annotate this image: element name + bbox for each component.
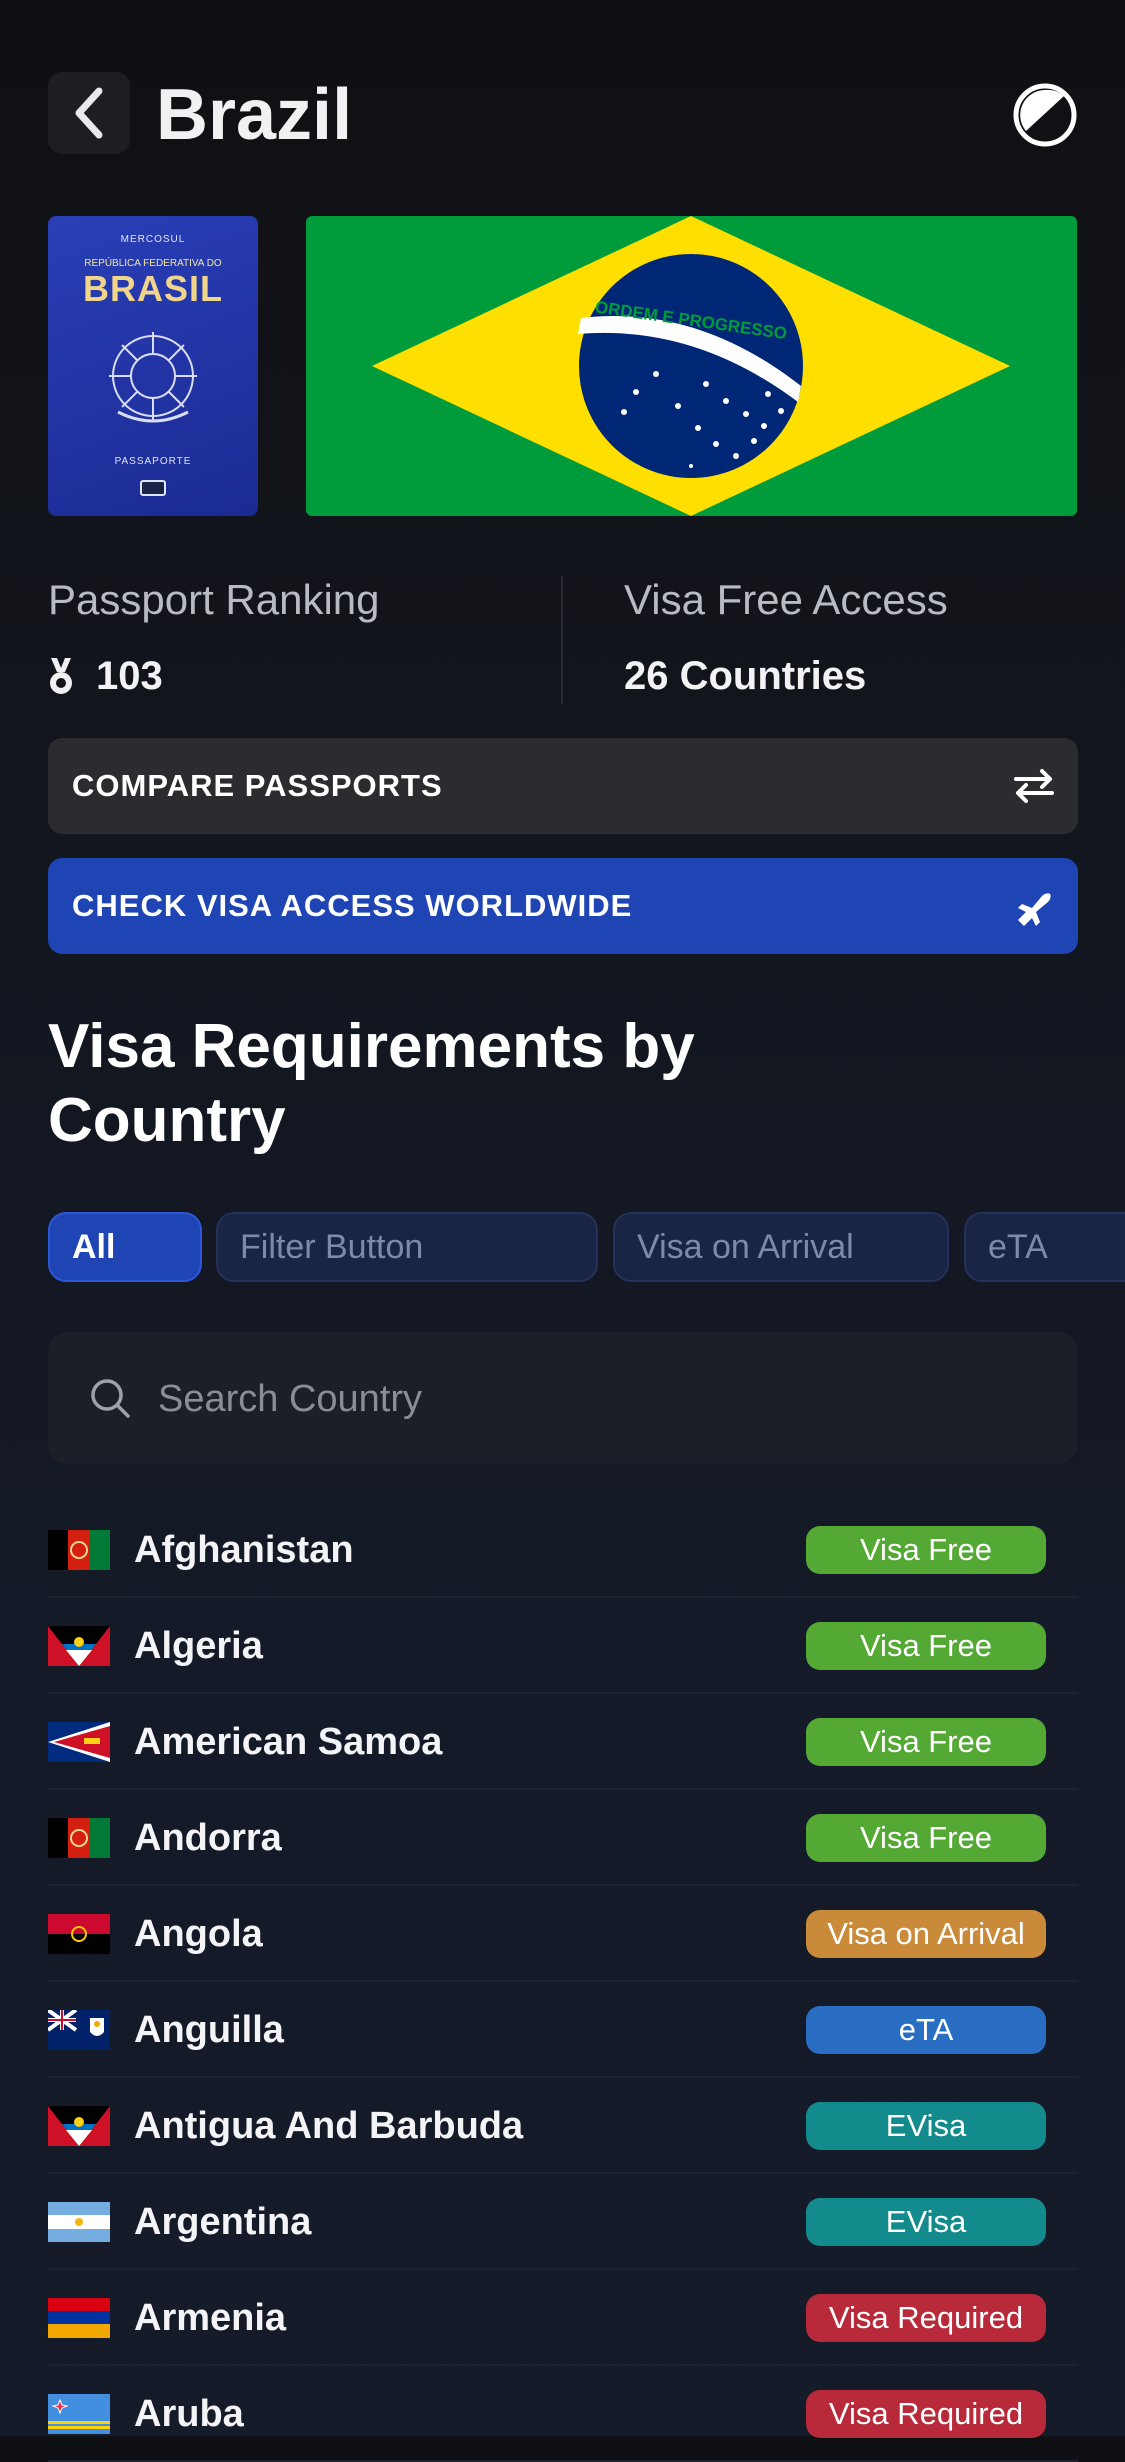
country-row[interactable]: Afghanistan Visa Free — [48, 1502, 1078, 1598]
filter-chips: All Filter Button Visa on Arrival eTA — [48, 1212, 1125, 1288]
status-badge: Visa Free — [806, 1622, 1046, 1670]
country-name: Algeria — [134, 1625, 263, 1667]
status-badge: Visa Required — [806, 2390, 1046, 2438]
ranking-value: 103 — [96, 654, 163, 698]
medal-icon — [50, 658, 72, 694]
header: Brazil — [48, 70, 1078, 160]
airplane-icon — [1018, 893, 1051, 926]
check-visa-access-label: CHECK VISA ACCESS WORLDWIDE — [72, 888, 633, 923]
search-input[interactable] — [156, 1332, 1040, 1466]
country-row[interactable]: Armenia Visa Required — [48, 2270, 1078, 2366]
coat-of-arms-icon — [109, 332, 197, 423]
flag-armenia-icon — [48, 2298, 110, 2338]
country-name: Argentina — [134, 2201, 312, 2243]
flag-argentina-icon — [48, 2202, 110, 2242]
flag-antigua-icon — [48, 2106, 110, 2146]
flag-aruba-icon — [48, 2394, 110, 2434]
flag-antigua-icon — [48, 1626, 110, 1666]
section-title: Visa Requirements by Country — [48, 1010, 848, 1158]
passport-stats: Passport Ranking 103 Visa Free Access 26… — [48, 576, 1078, 706]
compare-passports-label: COMPARE PASSPORTS — [72, 768, 443, 803]
status-badge: Visa Free — [806, 1718, 1046, 1766]
country-row[interactable]: Argentina EVisa — [48, 2174, 1078, 2270]
section-title-line2: Country — [48, 1086, 286, 1155]
flag-angola-icon — [48, 1914, 110, 1954]
brazil-flag: ORDEM E PROGRESSO — [306, 216, 1077, 516]
passport-country: BRASIL — [83, 268, 223, 309]
chevron-left-icon — [75, 87, 103, 139]
theme-toggle-button[interactable] — [1012, 82, 1078, 148]
passport-label: PASSAPORTE — [114, 456, 192, 467]
country-name: Anguilla — [134, 2009, 284, 2051]
country-name: Armenia — [134, 2297, 287, 2339]
passport-chip-icon — [140, 480, 166, 496]
filter-chip-visa-on-arrival[interactable]: Visa on Arrival — [613, 1212, 949, 1282]
country-row[interactable]: Algeria Visa Free — [48, 1598, 1078, 1694]
stats-divider — [561, 576, 563, 704]
flag-anguilla-icon — [48, 2010, 110, 2050]
flag-afghanistan-icon — [48, 1818, 110, 1858]
country-name: Afghanistan — [134, 1529, 354, 1571]
filter-chip-all[interactable]: All — [48, 1212, 202, 1282]
contrast-icon — [1013, 83, 1077, 147]
status-badge: Visa Required — [806, 2294, 1046, 2342]
filter-chip-eta[interactable]: eTA — [964, 1212, 1125, 1282]
status-badge: EVisa — [806, 2198, 1046, 2246]
flag-samoa-icon — [48, 1722, 110, 1762]
status-badge: Visa Free — [806, 1526, 1046, 1574]
country-row[interactable]: Andorra Visa Free — [48, 1790, 1078, 1886]
search-icon — [91, 1379, 130, 1418]
country-name: American Samoa — [134, 1721, 443, 1763]
country-row[interactable]: Angola Visa on Arrival — [48, 1886, 1078, 1982]
passport-mercosul: MERCOSUL — [120, 234, 186, 245]
country-name: Andorra — [134, 1817, 282, 1859]
country-row[interactable]: Antigua And Barbuda EVisa — [48, 2078, 1078, 2174]
visa-free-value: 26 Countries — [624, 654, 867, 698]
check-visa-access-button[interactable]: CHECK VISA ACCESS WORLDWIDE — [48, 858, 1078, 954]
flag-afghanistan-icon — [48, 1530, 110, 1570]
country-name: Angola — [134, 1913, 263, 1955]
country-name: Antigua And Barbuda — [134, 2105, 524, 2147]
back-button[interactable] — [48, 72, 130, 154]
status-badge: Visa on Arrival — [806, 1910, 1046, 1958]
status-badge: Visa Free — [806, 1814, 1046, 1862]
status-badge: EVisa — [806, 2102, 1046, 2150]
country-name: Aruba — [134, 2393, 244, 2435]
search-box — [48, 1332, 1078, 1466]
section-title-line1: Visa Requirements by — [48, 1012, 695, 1081]
swap-arrows-icon — [1014, 769, 1054, 803]
country-row[interactable]: Anguilla eTA — [48, 1982, 1078, 2078]
passport-cover: MERCOSUL REPÚBLICA FEDERATIVA DO BRASIL … — [48, 216, 258, 516]
status-badge: eTA — [806, 2006, 1046, 2054]
page-title: Brazil — [156, 75, 353, 155]
visa-free-label: Visa Free Access — [624, 576, 948, 623]
filter-chip-filter-button[interactable]: Filter Button — [216, 1212, 598, 1282]
country-row[interactable]: American Samoa Visa Free — [48, 1694, 1078, 1790]
compare-passports-button[interactable]: COMPARE PASSPORTS — [48, 738, 1078, 834]
country-row[interactable]: Aruba Visa Required — [48, 2366, 1078, 2462]
ranking-label: Passport Ranking — [48, 576, 380, 623]
